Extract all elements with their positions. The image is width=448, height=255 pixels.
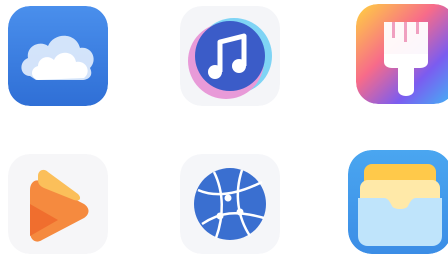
browser-app-icon[interactable] [180, 154, 280, 254]
video-app-icon[interactable] [8, 154, 108, 254]
cloud-icon [8, 6, 108, 106]
paintbrush-icon [356, 4, 448, 104]
wallet-icon [348, 150, 448, 254]
cloud-app-icon[interactable] [8, 6, 108, 106]
music-app-icon[interactable] [180, 6, 280, 106]
music-note-icon [180, 6, 280, 106]
wallet-app-icon[interactable] [348, 150, 448, 254]
globe-icon [180, 154, 280, 254]
themes-app-icon[interactable] [356, 4, 448, 104]
play-icon [8, 154, 108, 254]
